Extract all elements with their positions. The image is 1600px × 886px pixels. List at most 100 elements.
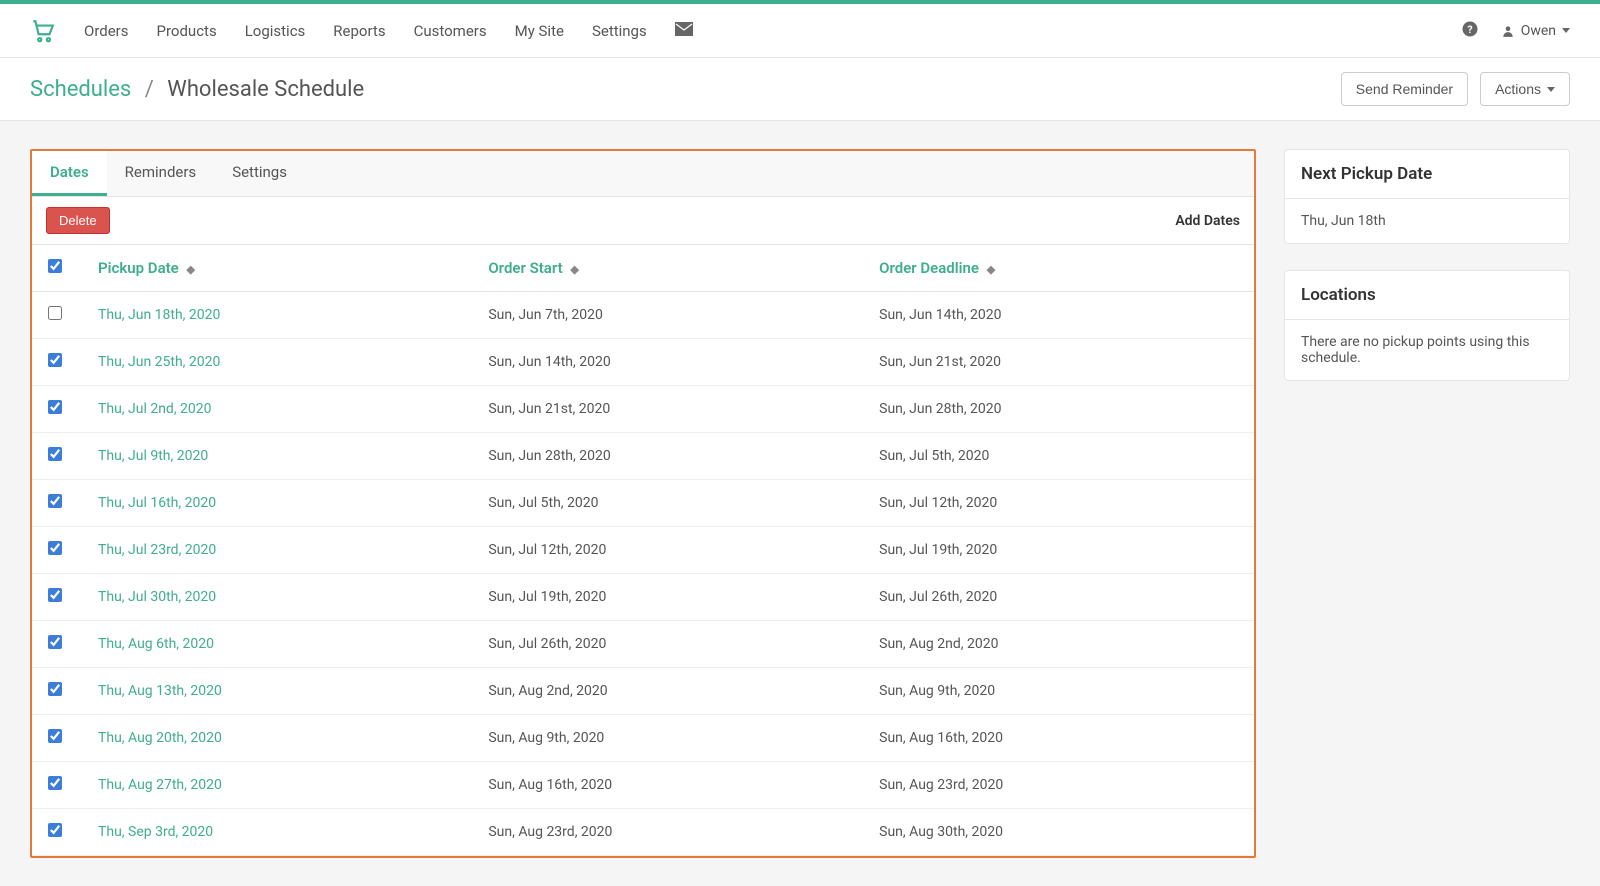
send-reminder-button[interactable]: Send Reminder bbox=[1341, 72, 1468, 106]
table-row: Thu, Jul 9th, 2020Sun, Jun 28th, 2020Sun… bbox=[32, 433, 1254, 480]
nav-mail[interactable] bbox=[675, 22, 693, 40]
add-dates-button[interactable]: Add Dates bbox=[1175, 213, 1240, 229]
nav-settings[interactable]: Settings bbox=[592, 22, 647, 40]
tab-settings[interactable]: Settings bbox=[214, 151, 305, 196]
nav-logistics[interactable]: Logistics bbox=[245, 22, 306, 40]
tab-reminders[interactable]: Reminders bbox=[107, 151, 215, 196]
pickup-date-cell: Thu, Aug 20th, 2020 bbox=[82, 715, 472, 762]
order-start-cell: Sun, Jun 28th, 2020 bbox=[472, 433, 863, 480]
dates-tbody: Thu, Jun 18th, 2020Sun, Jun 7th, 2020Sun… bbox=[32, 292, 1254, 856]
order-deadline-cell: Sun, Aug 23rd, 2020 bbox=[863, 762, 1254, 809]
row-checkbox[interactable] bbox=[48, 588, 62, 602]
actions-label: Actions bbox=[1495, 81, 1541, 97]
svg-text:?: ? bbox=[1467, 22, 1472, 35]
table-row: Thu, Sep 3rd, 2020 Sun, Aug 23rd, 2020Sun… bbox=[32, 809, 1254, 856]
pickup-date-link[interactable]: Thu, Jul 30th, 2020 bbox=[98, 589, 216, 605]
sort-icon: ◆ bbox=[186, 263, 194, 276]
order-start-cell: Sun, Aug 9th, 2020 bbox=[472, 715, 863, 762]
caret-down-icon bbox=[1547, 87, 1555, 92]
row-checkbox[interactable] bbox=[48, 682, 62, 696]
col-order-deadline[interactable]: Order Deadline ◆ bbox=[863, 245, 1254, 292]
pickup-date-cell: Thu, Jun 18th, 2020 bbox=[82, 292, 472, 339]
pickup-date-link[interactable]: Thu, Jun 25th, 2020 bbox=[98, 354, 220, 370]
col-pickup-date[interactable]: Pickup Date ◆ bbox=[82, 245, 472, 292]
pickup-date-link[interactable]: Thu, Jul 2nd, 2020 bbox=[98, 401, 212, 417]
col-order-start[interactable]: Order Start ◆ bbox=[472, 245, 863, 292]
dates-table: Pickup Date ◆ Order Start ◆ Order Deadli… bbox=[32, 245, 1254, 856]
order-start-cell: Sun, Jul 12th, 2020 bbox=[472, 527, 863, 574]
breadcrumb-root[interactable]: Schedules bbox=[30, 77, 131, 102]
page-actions: Send Reminder Actions bbox=[1341, 72, 1570, 106]
actions-dropdown-button[interactable]: Actions bbox=[1480, 72, 1570, 106]
row-checkbox-cell bbox=[32, 621, 82, 668]
locations-empty-text: There are no pickup points using this sc… bbox=[1285, 320, 1569, 380]
user-menu[interactable]: Owen bbox=[1501, 23, 1570, 39]
locations-title: Locations bbox=[1285, 271, 1569, 320]
select-all-checkbox[interactable] bbox=[48, 259, 62, 273]
nav-customers[interactable]: Customers bbox=[414, 22, 487, 40]
order-start-cell: Sun, Jun 21st, 2020 bbox=[472, 386, 863, 433]
row-checkbox-cell bbox=[32, 433, 82, 480]
pickup-date-cell: Thu, Jul 2nd, 2020 bbox=[82, 386, 472, 433]
pickup-date-link[interactable]: Thu, Jul 9th, 2020 bbox=[98, 448, 208, 464]
row-checkbox-cell bbox=[32, 339, 82, 386]
table-row: Thu, Jun 18th, 2020Sun, Jun 7th, 2020Sun… bbox=[32, 292, 1254, 339]
col-pickup-date-label: Pickup Date bbox=[98, 259, 179, 277]
col-order-start-label: Order Start bbox=[488, 259, 562, 277]
nav-links: Orders Products Logistics Reports Custom… bbox=[84, 22, 1461, 40]
row-checkbox-cell bbox=[32, 668, 82, 715]
row-checkbox[interactable] bbox=[48, 494, 62, 508]
tab-dates[interactable]: Dates bbox=[32, 151, 107, 196]
pickup-date-cell: Thu, Aug 27th, 2020 bbox=[82, 762, 472, 809]
main-navbar: Orders Products Logistics Reports Custom… bbox=[0, 4, 1600, 58]
order-start-cell: Sun, Jun 7th, 2020 bbox=[472, 292, 863, 339]
app-logo[interactable] bbox=[30, 18, 56, 44]
row-checkbox[interactable] bbox=[48, 776, 62, 790]
order-deadline-cell: Sun, Jul 12th, 2020 bbox=[863, 480, 1254, 527]
help-button[interactable]: ? bbox=[1461, 20, 1479, 42]
pickup-date-link[interactable]: Thu, Aug 27th, 2020 bbox=[98, 777, 222, 793]
pickup-date-link[interactable]: Thu, Aug 20th, 2020 bbox=[98, 730, 222, 746]
order-start-cell: Sun, Aug 2nd, 2020 bbox=[472, 668, 863, 715]
cart-icon bbox=[30, 18, 56, 44]
table-row: Thu, Jul 16th, 2020 Sun, Jul 5th, 2020Sun… bbox=[32, 480, 1254, 527]
row-checkbox[interactable] bbox=[48, 447, 62, 461]
delete-button[interactable]: Delete bbox=[46, 207, 110, 234]
pickup-date-link[interactable]: Thu, Sep 3rd, 2020 bbox=[98, 824, 213, 840]
row-checkbox-cell bbox=[32, 715, 82, 762]
row-checkbox[interactable] bbox=[48, 400, 62, 414]
pickup-date-cell: Thu, Jun 25th, 2020 bbox=[82, 339, 472, 386]
pickup-date-cell: Thu, Jul 23rd, 2020 bbox=[82, 527, 472, 574]
tabs: Dates Reminders Settings bbox=[32, 151, 1254, 197]
breadcrumb: Schedules / Wholesale Schedule bbox=[30, 77, 364, 102]
order-deadline-cell: Sun, Aug 30th, 2020 bbox=[863, 809, 1254, 856]
nav-my-site[interactable]: My Site bbox=[515, 22, 564, 40]
order-start-cell: Sun, Jul 5th, 2020 bbox=[472, 480, 863, 527]
nav-products[interactable]: Products bbox=[157, 22, 217, 40]
nav-orders[interactable]: Orders bbox=[84, 22, 129, 40]
order-deadline-cell: Sun, Jul 19th, 2020 bbox=[863, 527, 1254, 574]
pickup-date-link[interactable]: Thu, Aug 13th, 2020 bbox=[98, 683, 222, 699]
order-deadline-cell: Sun, Jun 21st, 2020 bbox=[863, 339, 1254, 386]
table-row: Thu, Jul 23rd, 2020 Sun, Jul 12th, 2020Su… bbox=[32, 527, 1254, 574]
pickup-date-link[interactable]: Thu, Jul 23rd, 2020 bbox=[98, 542, 216, 558]
row-checkbox[interactable] bbox=[48, 306, 62, 320]
pickup-date-cell: Thu, Sep 3rd, 2020 bbox=[82, 809, 472, 856]
nav-reports[interactable]: Reports bbox=[333, 22, 385, 40]
row-checkbox[interactable] bbox=[48, 635, 62, 649]
order-start-cell: Sun, Jul 19th, 2020 bbox=[472, 574, 863, 621]
row-checkbox[interactable] bbox=[48, 541, 62, 555]
row-checkbox[interactable] bbox=[48, 729, 62, 743]
pickup-date-link[interactable]: Thu, Jun 18th, 2020 bbox=[98, 307, 220, 323]
next-pickup-title: Next Pickup Date bbox=[1285, 150, 1569, 199]
row-checkbox[interactable] bbox=[48, 353, 62, 367]
pickup-date-link[interactable]: Thu, Jul 16th, 2020 bbox=[98, 495, 216, 511]
pickup-date-link[interactable]: Thu, Aug 6th, 2020 bbox=[98, 636, 214, 652]
order-deadline-cell: Sun, Aug 16th, 2020 bbox=[863, 715, 1254, 762]
order-start-cell: Sun, Aug 16th, 2020 bbox=[472, 762, 863, 809]
order-start-cell: Sun, Aug 23rd, 2020 bbox=[472, 809, 863, 856]
row-checkbox-cell bbox=[32, 527, 82, 574]
pickup-date-cell: Thu, Aug 6th, 2020 bbox=[82, 621, 472, 668]
row-checkbox[interactable] bbox=[48, 823, 62, 837]
breadcrumb-bar: Schedules / Wholesale Schedule Send Remi… bbox=[0, 58, 1600, 121]
